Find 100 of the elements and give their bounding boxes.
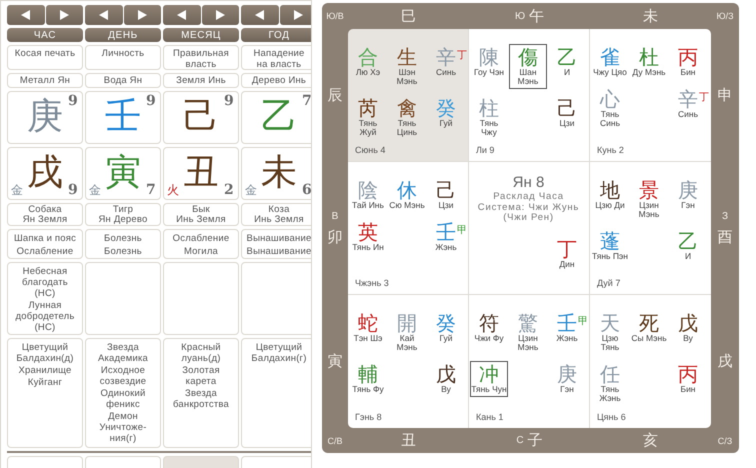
- stem-glyph: 壬: [104, 95, 142, 139]
- star[interactable]: 驚 Цзин Мэнь: [509, 310, 547, 355]
- pillar-header: ГОД: [241, 28, 311, 42]
- star-glyph: 杜: [639, 46, 659, 68]
- star[interactable]: 蛇 Тэн Шэ: [349, 310, 387, 355]
- star[interactable]: 杜 Ду Мэнь: [630, 44, 668, 80]
- star-glyph: 戊: [678, 312, 698, 334]
- superscript-glyph: 甲: [457, 226, 467, 236]
- star[interactable]: 乙 И: [548, 44, 586, 89]
- branch-glyph: 未: [260, 151, 298, 195]
- star-text: Красный луань(д): [180, 342, 222, 364]
- star[interactable]: 陰 Тай Инь: [349, 177, 387, 213]
- star-text: Хранилище: [18, 365, 72, 376]
- corner-label: С/З: [718, 436, 732, 446]
- star[interactable]: 丙 Бин: [669, 44, 707, 80]
- palace[interactable]: 陳 Гоу Чэн 傷 Шан Мэнь 乙 И 柱 Тянь Чжу 己 Цзи Ли 9: [469, 29, 590, 162]
- next-button[interactable]: [202, 5, 239, 25]
- star[interactable]: 輔 Тянь Фу: [349, 361, 387, 397]
- star[interactable]: 芮 Тянь Жуй: [349, 95, 387, 140]
- star[interactable]: 開 Кай Мэнь: [388, 310, 426, 355]
- star[interactable]: 己 Цзи: [548, 95, 586, 140]
- animal-text: Бык: [192, 204, 210, 214]
- star-glyph: 癸: [436, 97, 456, 119]
- next-button[interactable]: [124, 5, 161, 25]
- previous-button[interactable]: [163, 5, 200, 25]
- branch-label: 亥: [643, 431, 658, 450]
- star[interactable]: 地 Цзю Ди: [591, 177, 629, 222]
- animal-text: Инь Земля: [176, 214, 226, 224]
- branch-label: 辰: [328, 86, 342, 105]
- star-glyph: 陰: [358, 179, 378, 201]
- star-glyph: 開: [397, 312, 417, 334]
- star-glyph: 乙: [678, 230, 698, 252]
- left-triangle-icon: [255, 10, 264, 20]
- previous-button[interactable]: [7, 5, 44, 25]
- star[interactable]: 丁 Дин: [548, 236, 586, 272]
- animal-text: Тигр: [112, 204, 134, 214]
- star-glyph: 辛: [436, 46, 456, 68]
- star[interactable]: 雀 Чжу Цяо: [591, 44, 629, 80]
- star-glyph: 戊: [436, 363, 456, 385]
- previous-button[interactable]: [241, 5, 278, 25]
- branch-glyph: 戌: [26, 151, 64, 195]
- star[interactable]: 合 Лю Хэ: [349, 44, 387, 89]
- star[interactable]: 己 Цзи: [427, 177, 465, 213]
- star-label: Тянь Цинь: [396, 119, 418, 137]
- phase-text: Ослабление: [172, 233, 230, 244]
- star[interactable]: 生 Шэн Мэнь: [388, 44, 426, 89]
- palace[interactable]: 天 Цзю Тянь 死 Сы Мэнь 戊 Ву 任 Тянь Жэнь 丙 Бин Цянь 6: [590, 295, 711, 428]
- phase-text: Вынашивание: [246, 233, 311, 244]
- palace-name: Кунь 2: [596, 145, 625, 155]
- star-label: Тянь Ин: [351, 243, 385, 252]
- pillar-header: ДЕНЬ: [85, 28, 161, 42]
- star-glyph: 乙: [557, 46, 577, 68]
- palace[interactable]: 地 Цзю Ди 景 Цзин Мэнь 庚 Гэн 蓬 Тянь Пэн 乙 И Дуй 7: [590, 162, 711, 295]
- star[interactable]: 死 Сы Мэнь: [630, 310, 668, 355]
- palace[interactable]: 蛇 Тэн Шэ 開 Кай Мэнь 癸 Гуй 輔 Тянь Фу 戊 Ву Гэнь 8: [348, 295, 469, 428]
- god-cell: Правильная власть: [163, 45, 239, 70]
- star-label: Жэнь: [555, 334, 579, 343]
- palace-name: Цянь 6: [596, 412, 627, 422]
- star-glyph: 驚: [518, 312, 538, 334]
- superscript-glyph: 丁: [457, 51, 467, 61]
- star-glyph: 天: [600, 312, 620, 334]
- left-triangle-icon: [99, 10, 108, 20]
- animal-text: Ян Дерево: [98, 214, 148, 224]
- star-glyph: 庚: [557, 363, 577, 385]
- star-glyph: 蛇: [358, 312, 378, 334]
- star[interactable]: 庚 Гэн: [669, 177, 707, 222]
- star[interactable]: 天 Цзю Тянь: [591, 310, 629, 355]
- star[interactable]: 陳 Гоу Чэн: [470, 44, 508, 89]
- star[interactable]: 蓬 Тянь Пэн: [591, 228, 629, 264]
- star-text: Одинокий феникс: [100, 388, 146, 410]
- star[interactable]: 癸 Гуй: [427, 310, 465, 355]
- star-glyph: 丙: [678, 46, 698, 68]
- star-glyph: 丙: [678, 363, 698, 385]
- star[interactable]: 符 Чжи Фу: [470, 310, 508, 355]
- palace-name: Сюнь 4: [354, 145, 386, 155]
- star[interactable]: 柱 Тянь Чжу: [470, 95, 508, 140]
- corner-label: Ю/З: [716, 11, 734, 21]
- next-button[interactable]: [46, 5, 83, 25]
- next-button[interactable]: [280, 5, 311, 25]
- phase-text: Болезнь: [104, 246, 142, 257]
- star[interactable]: 禽 Тянь Цинь: [388, 95, 426, 140]
- previous-button[interactable]: [85, 5, 122, 25]
- element-cell: Дерево Инь: [241, 73, 311, 88]
- element-cell: Металл Ян: [7, 73, 83, 88]
- star[interactable]: 戊 Ву: [669, 310, 707, 355]
- chart-info: Расклад Часа: [493, 192, 564, 202]
- star[interactable]: 景 Цзин Мэнь: [630, 177, 668, 222]
- phase-text: Вынашивание: [246, 246, 311, 257]
- star[interactable]: 英 Тянь Ин: [349, 219, 387, 255]
- star[interactable]: 休 Сю Мэнь: [388, 177, 426, 213]
- star-label: Гуй: [438, 119, 454, 128]
- star[interactable]: 乙 И: [669, 228, 707, 264]
- star-label: Бин: [679, 68, 697, 77]
- star[interactable]: 心 Тянь Синь: [591, 86, 629, 131]
- star[interactable]: 戊 Ву: [427, 361, 465, 397]
- star[interactable]: 癸 Гуй: [427, 95, 465, 140]
- god-cell: Личность: [85, 45, 161, 70]
- star[interactable]: 庚 Гэн: [548, 361, 586, 397]
- star[interactable]: 丙 Бин: [669, 361, 707, 406]
- star[interactable]: 任 Тянь Жэнь: [591, 361, 629, 406]
